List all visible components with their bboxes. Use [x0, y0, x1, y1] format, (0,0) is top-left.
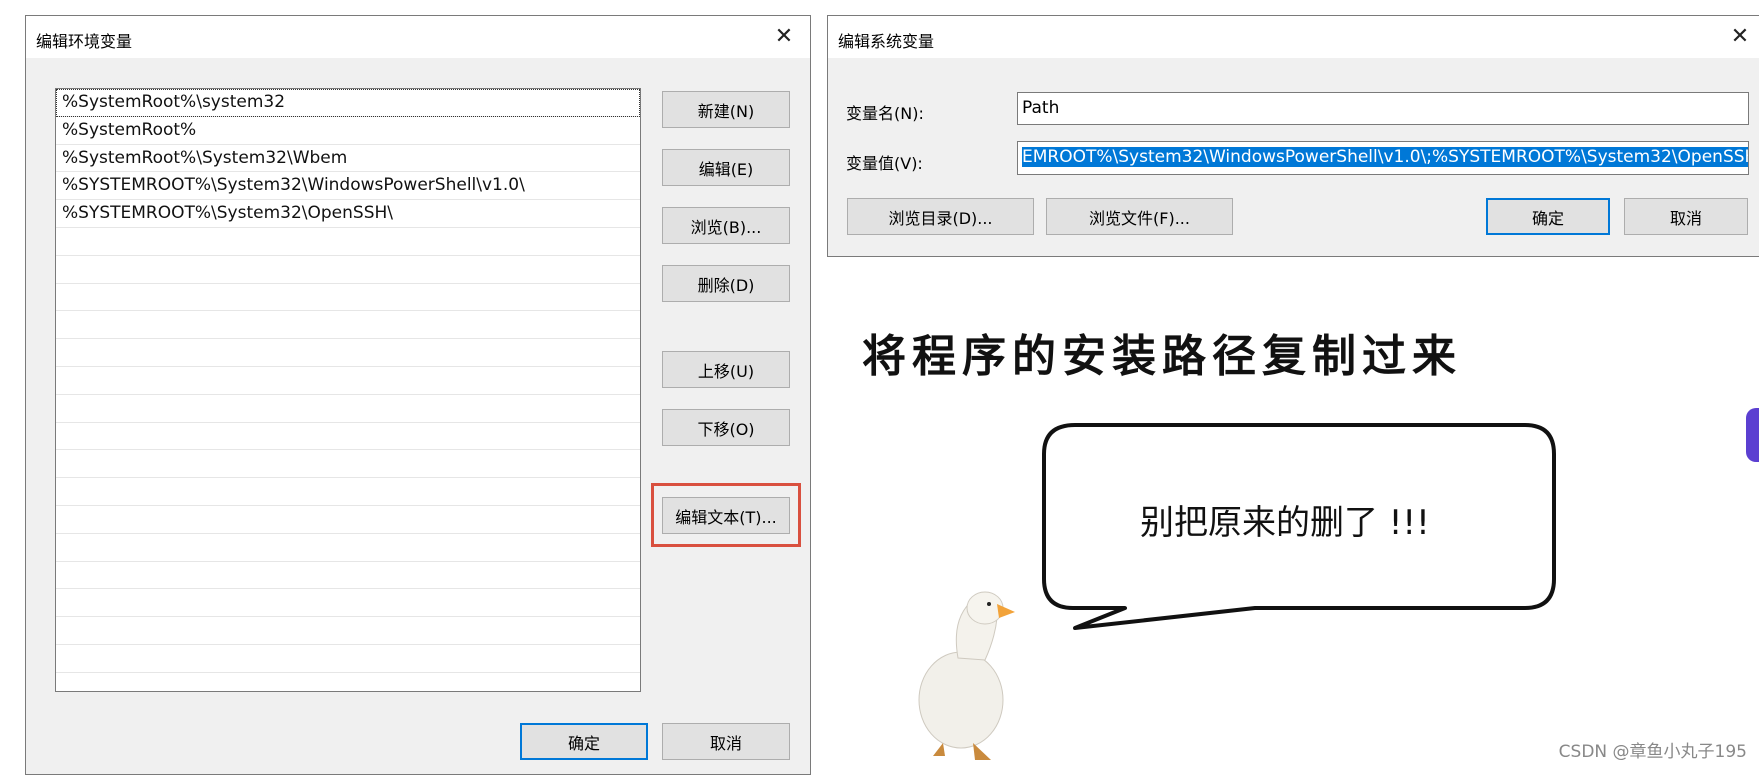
list-item[interactable]: [56, 395, 640, 423]
list-item[interactable]: [56, 311, 640, 340]
list-item[interactable]: [56, 645, 640, 673]
list-item[interactable]: [56, 450, 640, 479]
list-item[interactable]: [56, 256, 640, 284]
edit-system-var-dialog: 编辑系统变量 ✕ 变量名(N): Path 变量值(V): EMROOT%\Sy…: [827, 15, 1759, 257]
list-item[interactable]: %SystemRoot%\system32: [56, 89, 640, 117]
cancel-button[interactable]: 取消: [662, 723, 790, 760]
list-item[interactable]: %SystemRoot%: [56, 117, 640, 145]
edit-text-button[interactable]: 编辑文本(T)...: [662, 497, 790, 534]
ok-button[interactable]: 确定: [520, 723, 648, 760]
var-value-selection: EMROOT%\System32\WindowsPowerShell\v1.0\…: [1022, 147, 1748, 167]
new-button[interactable]: 新建(N): [662, 91, 790, 128]
list-item[interactable]: [56, 423, 640, 451]
var-name-input[interactable]: Path: [1017, 92, 1749, 125]
var-value-input[interactable]: EMROOT%\System32\WindowsPowerShell\v1.0\…: [1017, 141, 1749, 175]
edit-button[interactable]: 编辑(E): [662, 149, 790, 186]
dialog-titlebar: 编辑系统变量 ✕: [828, 16, 1759, 58]
close-icon[interactable]: ✕: [1724, 22, 1756, 52]
close-icon[interactable]: ✕: [768, 22, 800, 52]
list-item[interactable]: [56, 228, 640, 256]
browse-dir-button[interactable]: 浏览目录(D)...: [847, 198, 1034, 235]
list-item[interactable]: %SystemRoot%\System32\Wbem: [56, 145, 640, 173]
list-item[interactable]: [56, 284, 640, 312]
cancel-button[interactable]: 取消: [1624, 198, 1748, 235]
move-up-button[interactable]: 上移(U): [662, 351, 790, 388]
ok-button[interactable]: 确定: [1486, 198, 1610, 235]
watermark: CSDN @章鱼小丸子195: [1558, 742, 1747, 762]
var-value-label: 变量值(V):: [846, 154, 923, 173]
bubble-text: 别把原来的删了 !!!: [1140, 503, 1430, 543]
list-item[interactable]: [56, 534, 640, 562]
browse-button[interactable]: 浏览(B)...: [662, 207, 790, 244]
list-item[interactable]: %SYSTEMROOT%\System32\OpenSSH\: [56, 200, 640, 228]
list-item[interactable]: [56, 367, 640, 395]
path-list[interactable]: %SystemRoot%\system32 %SystemRoot% %System…: [55, 88, 641, 692]
dialog-titlebar: 编辑环境变量 ✕: [26, 16, 810, 58]
var-name-label: 变量名(N):: [846, 104, 924, 123]
side-tab[interactable]: [1746, 408, 1759, 462]
list-item[interactable]: [56, 589, 640, 618]
list-item[interactable]: %SYSTEMROOT%\System32\WindowsPowerShell\…: [56, 172, 640, 201]
edit-env-var-dialog: 编辑环境变量 ✕ %SystemRoot%\system32 %SystemRoo…: [25, 15, 811, 775]
browse-file-button[interactable]: 浏览文件(F)...: [1046, 198, 1233, 235]
move-down-button[interactable]: 下移(O): [662, 409, 790, 446]
list-item[interactable]: [56, 506, 640, 534]
annotation-heading: 将程序的安装路径复制过来: [862, 331, 1462, 382]
list-item[interactable]: [56, 478, 640, 506]
delete-button[interactable]: 删除(D): [662, 265, 790, 302]
list-item[interactable]: [56, 617, 640, 645]
dialog-title: 编辑系统变量: [838, 32, 935, 51]
dialog-title: 编辑环境变量: [36, 32, 133, 51]
list-item[interactable]: [56, 339, 640, 367]
duck-illustration: [918, 591, 1015, 760]
list-item[interactable]: [56, 562, 640, 590]
